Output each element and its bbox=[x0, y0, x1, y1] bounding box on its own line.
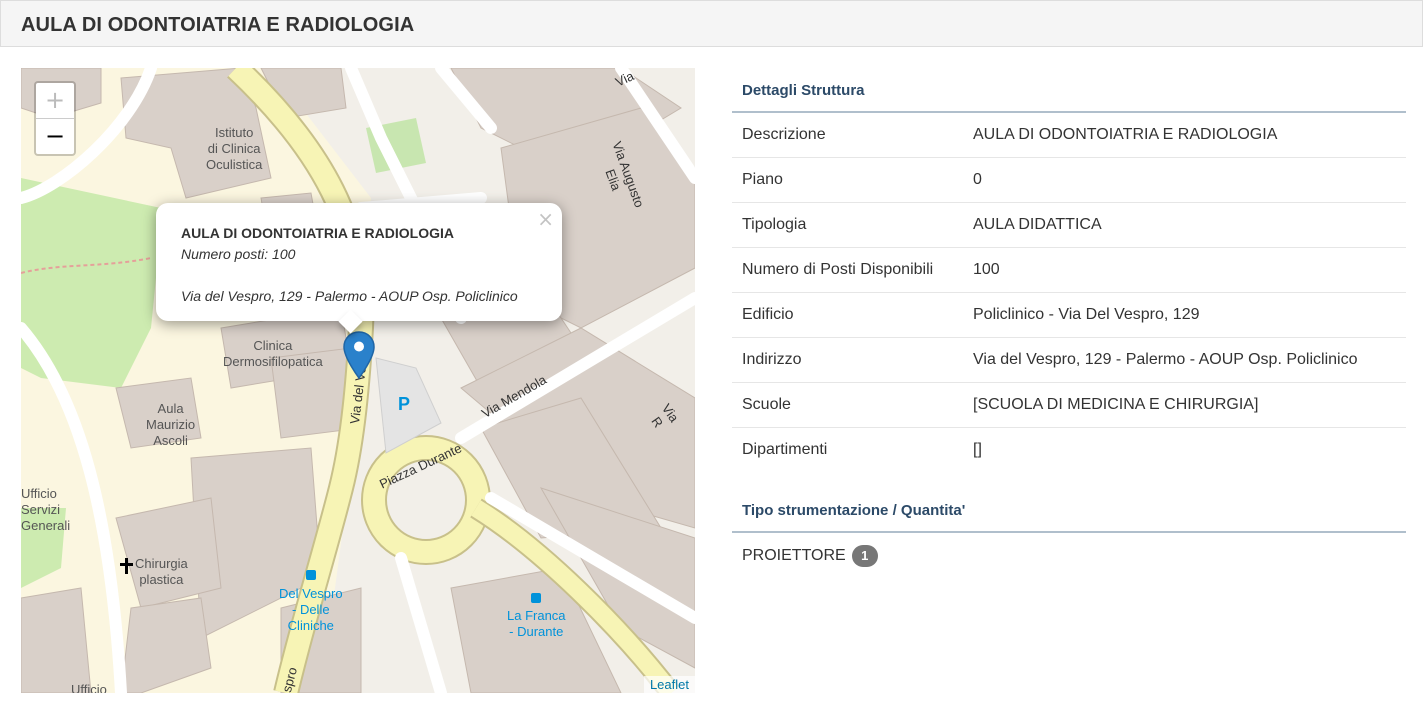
popup-seats: Numero posti: 100 bbox=[181, 246, 296, 262]
parking-icon: P bbox=[398, 394, 411, 414]
details-table: Descrizione AULA DI ODONTOIATRIA E RADIOL… bbox=[732, 113, 1406, 472]
zoom-out-button[interactable]: − bbox=[36, 119, 74, 154]
label-ufficio-bottom: Ufficio bbox=[71, 682, 107, 693]
detail-label: Numero di Posti Disponibili bbox=[732, 247, 963, 293]
detail-row: Indirizzo Via del Vespro, 129 - Palermo -… bbox=[732, 337, 1406, 383]
equipment-name: PROIETTORE bbox=[742, 547, 846, 564]
label-chirurgia: Chirurgia plastica bbox=[135, 556, 188, 587]
detail-value: Via del Vespro, 129 - Palermo - AOUP Osp… bbox=[963, 337, 1406, 383]
label-clinica: Clinica Dermosifilopatica bbox=[223, 338, 323, 369]
popup-title: AULA DI ODONTOIATRIA E RADIOLOGIA bbox=[181, 225, 454, 241]
detail-value: AULA DIDATTICA bbox=[963, 202, 1406, 248]
quantity-badge: 1 bbox=[851, 545, 878, 567]
label-bus-la-franca: La Franca - Durante bbox=[507, 608, 566, 639]
label-bus-del-vespro: Del Vespro - Delle Cliniche bbox=[279, 586, 343, 633]
equipment-item: PROIETTORE 1 bbox=[732, 533, 1406, 579]
zoom-in-button[interactable]: + bbox=[36, 83, 74, 119]
equipment-list: PROIETTORE 1 bbox=[732, 533, 1406, 579]
label-ufficio: Ufficio Servizi Generali bbox=[21, 486, 71, 533]
map-view[interactable]: Istituto di Clinica Oculistica Clinica D… bbox=[21, 68, 695, 693]
label-aula-maurizio: Aula Maurizio Ascoli bbox=[146, 401, 196, 448]
detail-label: Dipartimenti bbox=[742, 441, 828, 458]
detail-value: [SCUOLA DI MEDICINA E CHIRURGIA] bbox=[963, 382, 1406, 428]
popup-address: Via del Vespro, 129 - Palermo - AOUP Osp… bbox=[181, 288, 518, 304]
detail-row: Piano 0 bbox=[732, 157, 1406, 203]
attribution-link[interactable]: Leaflet bbox=[643, 676, 695, 693]
detail-label: Scuole bbox=[732, 382, 963, 428]
page-title: AULA DI ODONTOIATRIA E RADIOLOGIA bbox=[21, 14, 415, 36]
detail-row: Edificio Policlinico - Via Del Vespro, 12… bbox=[732, 292, 1406, 338]
equipment-section-title: Tipo strumentazione / Quantita' bbox=[732, 488, 1406, 533]
detail-row: Numero di Posti Disponibili 100 bbox=[732, 247, 1406, 293]
detail-label: Edificio bbox=[732, 292, 963, 338]
detail-label: Piano bbox=[732, 157, 963, 203]
popup-close-button[interactable]: × bbox=[537, 207, 554, 231]
details-section-title: Dettagli Struttura bbox=[732, 68, 1406, 113]
detail-value: 0 bbox=[963, 157, 1406, 203]
detail-row: Tipologia AULA DIDATTICA bbox=[732, 202, 1406, 248]
detail-label: Descrizione bbox=[732, 113, 963, 158]
detail-label: Indirizzo bbox=[732, 337, 963, 383]
detail-value: AULA DI ODONTOIATRIA E RADIOLOGIA bbox=[963, 113, 1406, 158]
label-istituto: Istituto di Clinica Oculistica bbox=[206, 125, 263, 172]
map-popup: × AULA DI ODONTOIATRIA E RADIOLOGIA Nume… bbox=[156, 203, 562, 334]
zoom-control: + − bbox=[34, 81, 76, 156]
detail-label: Tipologia bbox=[732, 202, 963, 248]
details-panel: Dettagli Struttura Descrizione AULA DI OD… bbox=[732, 68, 1406, 579]
detail-row: Dipartimenti [] bbox=[732, 428, 1406, 473]
detail-value: Policlinico - Via Del Vespro, 129 bbox=[963, 292, 1406, 338]
detail-row: Scuole [SCUOLA DI MEDICINA E CHIRURGIA] bbox=[732, 382, 1406, 428]
page-header: AULA DI ODONTOIATRIA E RADIOLOGIA bbox=[0, 0, 1423, 47]
detail-row: Descrizione AULA DI ODONTOIATRIA E RADIOL… bbox=[732, 113, 1406, 158]
detail-value: 100 bbox=[963, 247, 1406, 293]
detail-value: [] bbox=[973, 441, 982, 458]
map-marker-icon[interactable] bbox=[343, 331, 375, 379]
